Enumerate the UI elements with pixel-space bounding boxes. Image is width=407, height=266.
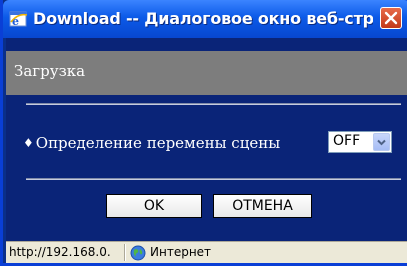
bullet-icon: ♦ [23, 136, 34, 150]
section-header: Загрузка [6, 51, 407, 95]
title-bar[interactable]: e Download -- Диалоговое окно веб-стр... [3, 0, 407, 38]
divider-bottom [26, 178, 401, 180]
close-icon [384, 11, 398, 25]
scene-change-select[interactable]: OFF [328, 131, 392, 153]
scene-change-select-value: OFF [333, 133, 361, 149]
dialog-window: e Download -- Диалоговое окно веб-стр...… [0, 0, 407, 266]
scene-change-label: Определение перемены сцены [35, 134, 281, 152]
dialog-content: Загрузка ♦ Определение перемены сцены OF… [6, 38, 407, 241]
cancel-button[interactable]: ОТМЕНА [213, 194, 312, 218]
ok-button[interactable]: OK [106, 194, 202, 218]
status-divider [124, 244, 126, 261]
chevron-down-icon[interactable] [373, 133, 390, 151]
status-bar: http://192.168.0. Интернет [6, 241, 407, 263]
status-url: http://192.168.0. [9, 245, 111, 259]
ie-icon: e [9, 9, 29, 29]
globe-icon [130, 245, 146, 261]
window-title: Download -- Диалоговое окно веб-стр... [33, 9, 373, 28]
close-button[interactable] [380, 7, 402, 29]
scene-change-option: ♦ Определение перемены сцены [23, 132, 280, 154]
security-zone-label: Интернет [150, 245, 212, 259]
section-header-title: Загрузка [14, 62, 86, 80]
divider-top [26, 103, 401, 105]
